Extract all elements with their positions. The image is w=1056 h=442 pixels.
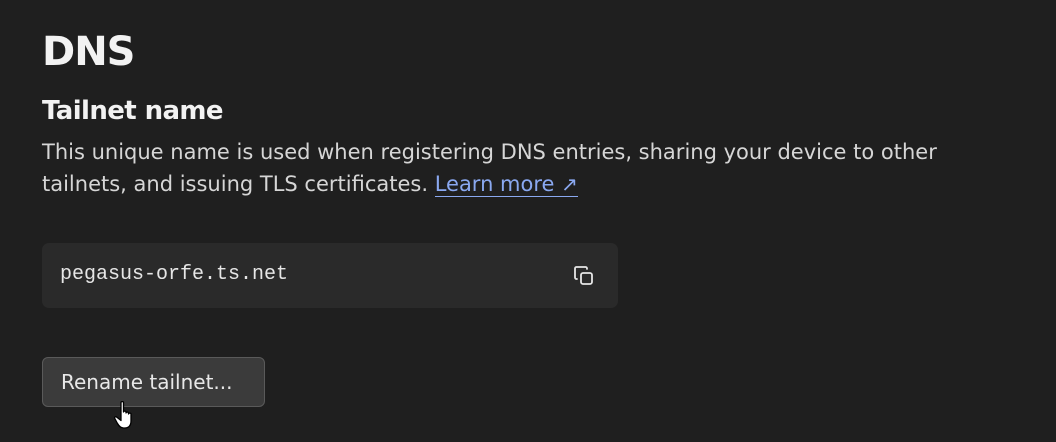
learn-more-label: Learn more [434,172,555,196]
arrow-up-right-icon: ↗ [561,172,578,196]
copy-icon [574,266,593,285]
dns-page: DNS Tailnet name This unique name is use… [42,26,1002,407]
section-title-tailnet-name: Tailnet name [42,96,224,126]
hand-pointer-cursor-icon [113,400,132,429]
tailnet-name-description: This unique name is used when registerin… [42,136,1002,200]
learn-more-link[interactable]: Learn more ↗ [434,172,578,197]
tailnet-name-value: pegasus-orfe.ts.net [60,263,289,286]
copy-button[interactable] [572,264,596,288]
rename-tailnet-button[interactable]: Rename tailnet... [42,357,265,407]
tailnet-name-box: pegasus-orfe.ts.net [42,243,618,308]
page-title: DNS [42,29,136,75]
